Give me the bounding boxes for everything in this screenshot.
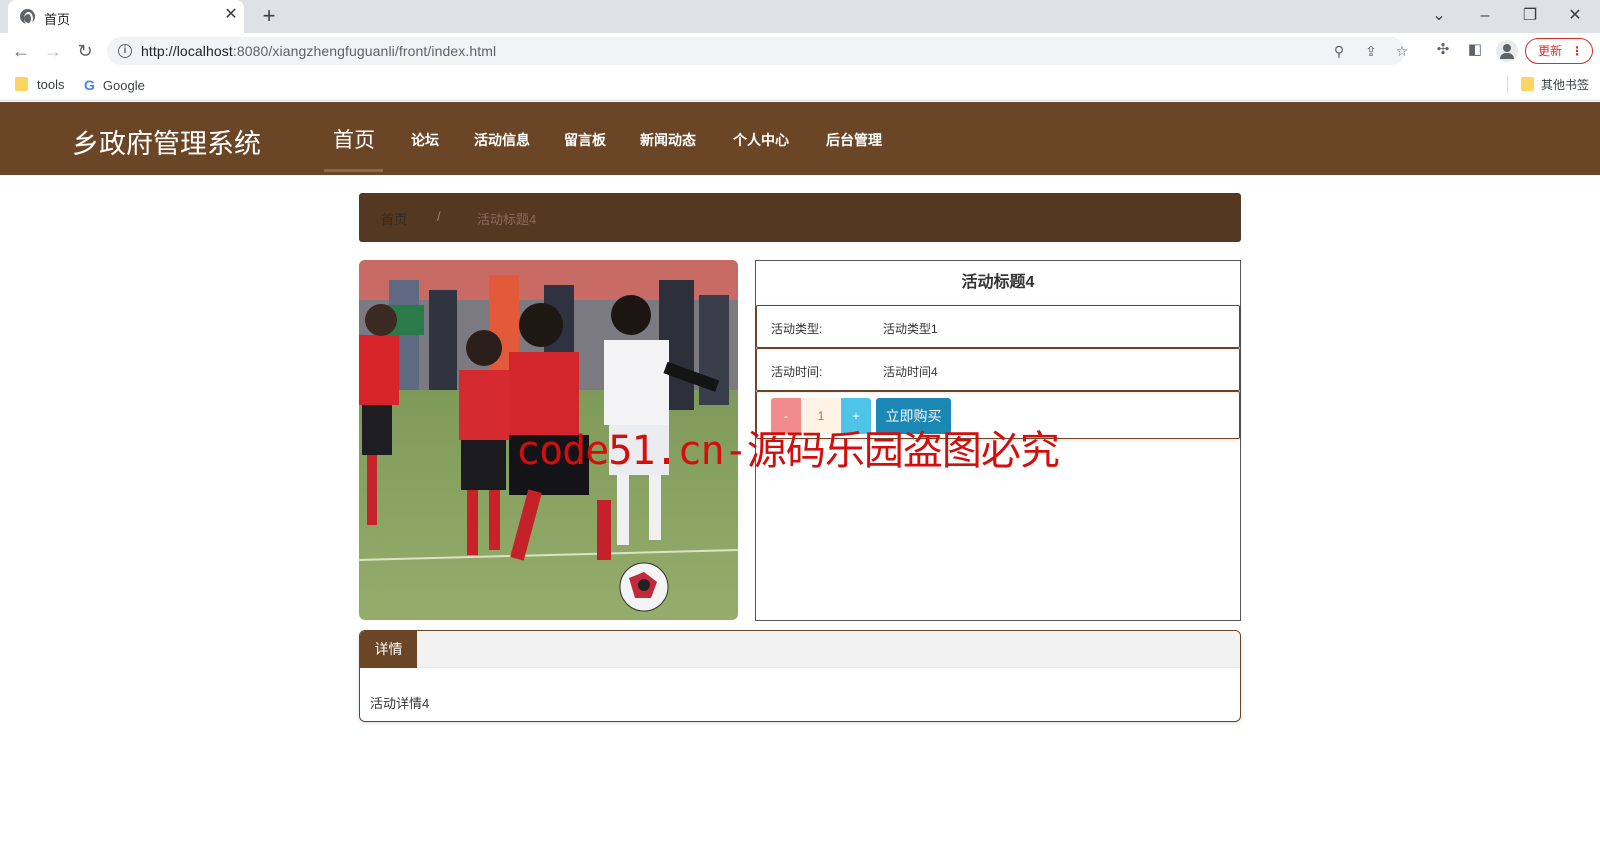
- activity-type-row: 活动类型: 活动类型1: [756, 305, 1240, 348]
- reload-icon[interactable]: ↻: [73, 39, 97, 63]
- bookmarks-bar: tools G Google 其他书签: [0, 69, 1600, 101]
- google-icon: G: [84, 77, 95, 93]
- side-panel-icon[interactable]: ◧: [1464, 39, 1486, 61]
- bookmark-separator: [1507, 76, 1508, 94]
- update-button[interactable]: 更新 ⋮: [1525, 38, 1593, 64]
- breadcrumb-current: 活动标题4: [477, 212, 537, 227]
- tab-search-icon[interactable]: ⌄: [1426, 4, 1452, 28]
- breadcrumb: 首页 / 活动标题4: [359, 193, 1241, 242]
- share-icon[interactable]: ⇪: [1361, 41, 1381, 61]
- url-text: http://localhost:8080/xiangzhengfuguanli…: [141, 43, 497, 59]
- bookmark-tools[interactable]: tools: [15, 76, 64, 94]
- close-window-icon[interactable]: ✕: [1562, 4, 1588, 28]
- globe-icon: [20, 9, 35, 25]
- nav-forum[interactable]: 论坛: [411, 130, 439, 150]
- details-panel: 详情 活动详情4: [359, 630, 1241, 722]
- site-brand: 乡政府管理系统: [72, 129, 261, 159]
- other-bookmarks[interactable]: 其他书签: [1521, 76, 1589, 94]
- restore-icon[interactable]: ❐: [1517, 4, 1543, 28]
- tab-title: 首页: [44, 12, 71, 27]
- activity-time-label: 活动时间:: [771, 365, 823, 379]
- breadcrumb-home[interactable]: 首页: [381, 209, 407, 228]
- extensions-icon[interactable]: ✣: [1432, 39, 1454, 61]
- address-bar[interactable]: i http://localhost:8080/xiangzhengfuguan…: [107, 37, 1408, 65]
- folder-icon: [15, 77, 28, 91]
- activity-title: 活动标题4: [961, 274, 1035, 291]
- details-content: 活动详情4: [370, 696, 430, 711]
- forward-icon[interactable]: →: [41, 39, 65, 63]
- nav-activities[interactable]: 活动信息: [474, 130, 530, 150]
- bookmark-star-icon[interactable]: ☆: [1392, 41, 1412, 61]
- browser-tab[interactable]: 首页 ✕: [8, 0, 244, 33]
- activity-time-row: 活动时间: 活动时间4: [756, 348, 1240, 391]
- new-tab-button[interactable]: +: [257, 4, 281, 28]
- nav-active-underline: [324, 169, 383, 172]
- tab-details[interactable]: 详情: [360, 631, 417, 668]
- nav-home[interactable]: 首页: [333, 124, 375, 154]
- watermark-text: code51.cn-源码乐园盗图必究: [516, 428, 1060, 474]
- details-tab-bar: 详情: [360, 631, 1240, 668]
- bookmark-google[interactable]: G Google: [84, 76, 145, 94]
- zoom-icon[interactable]: ⚲: [1329, 41, 1349, 61]
- folder-icon: [1521, 77, 1534, 91]
- browser-tab-strip: 首页 ✕ + ⌄ – ❐ ✕: [0, 0, 1600, 33]
- close-tab-icon[interactable]: ✕: [222, 6, 240, 24]
- back-icon[interactable]: ←: [9, 39, 33, 63]
- menu-dots-icon: ⋮: [1571, 44, 1583, 58]
- nav-message-board[interactable]: 留言板: [564, 130, 606, 150]
- profile-avatar-icon[interactable]: [1496, 40, 1518, 62]
- activity-type-label: 活动类型:: [771, 322, 823, 336]
- site-header: 乡政府管理系统 首页 论坛 活动信息 留言板 新闻动态 个人中心 后台管理: [0, 102, 1600, 175]
- breadcrumb-separator: /: [437, 209, 441, 224]
- nav-personal-center[interactable]: 个人中心: [733, 130, 789, 150]
- activity-time-value: 活动时间4: [883, 365, 938, 379]
- browser-toolbar: ← → ↻ i http://localhost:8080/xiangzheng…: [0, 33, 1600, 69]
- nav-news[interactable]: 新闻动态: [640, 130, 696, 150]
- activity-type-value: 活动类型1: [883, 322, 938, 336]
- minimize-icon[interactable]: –: [1472, 4, 1498, 28]
- nav-admin[interactable]: 后台管理: [826, 130, 882, 150]
- site-info-icon[interactable]: i: [118, 44, 132, 58]
